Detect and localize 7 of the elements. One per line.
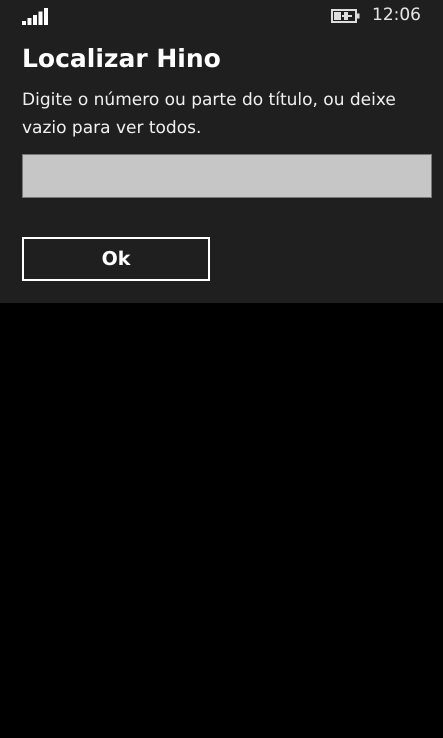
search-field[interactable]	[22, 154, 432, 198]
page-title: Localizar Hino	[22, 43, 222, 75]
ok-button[interactable]: Ok	[22, 237, 210, 281]
description-text: Digite o número ou parte do título, ou deixe vazio para ver todos.	[22, 89, 397, 140]
signal-icon	[22, 8, 48, 24]
battery-charging-icon	[331, 9, 360, 23]
clock-time: 12:06	[372, 4, 421, 28]
